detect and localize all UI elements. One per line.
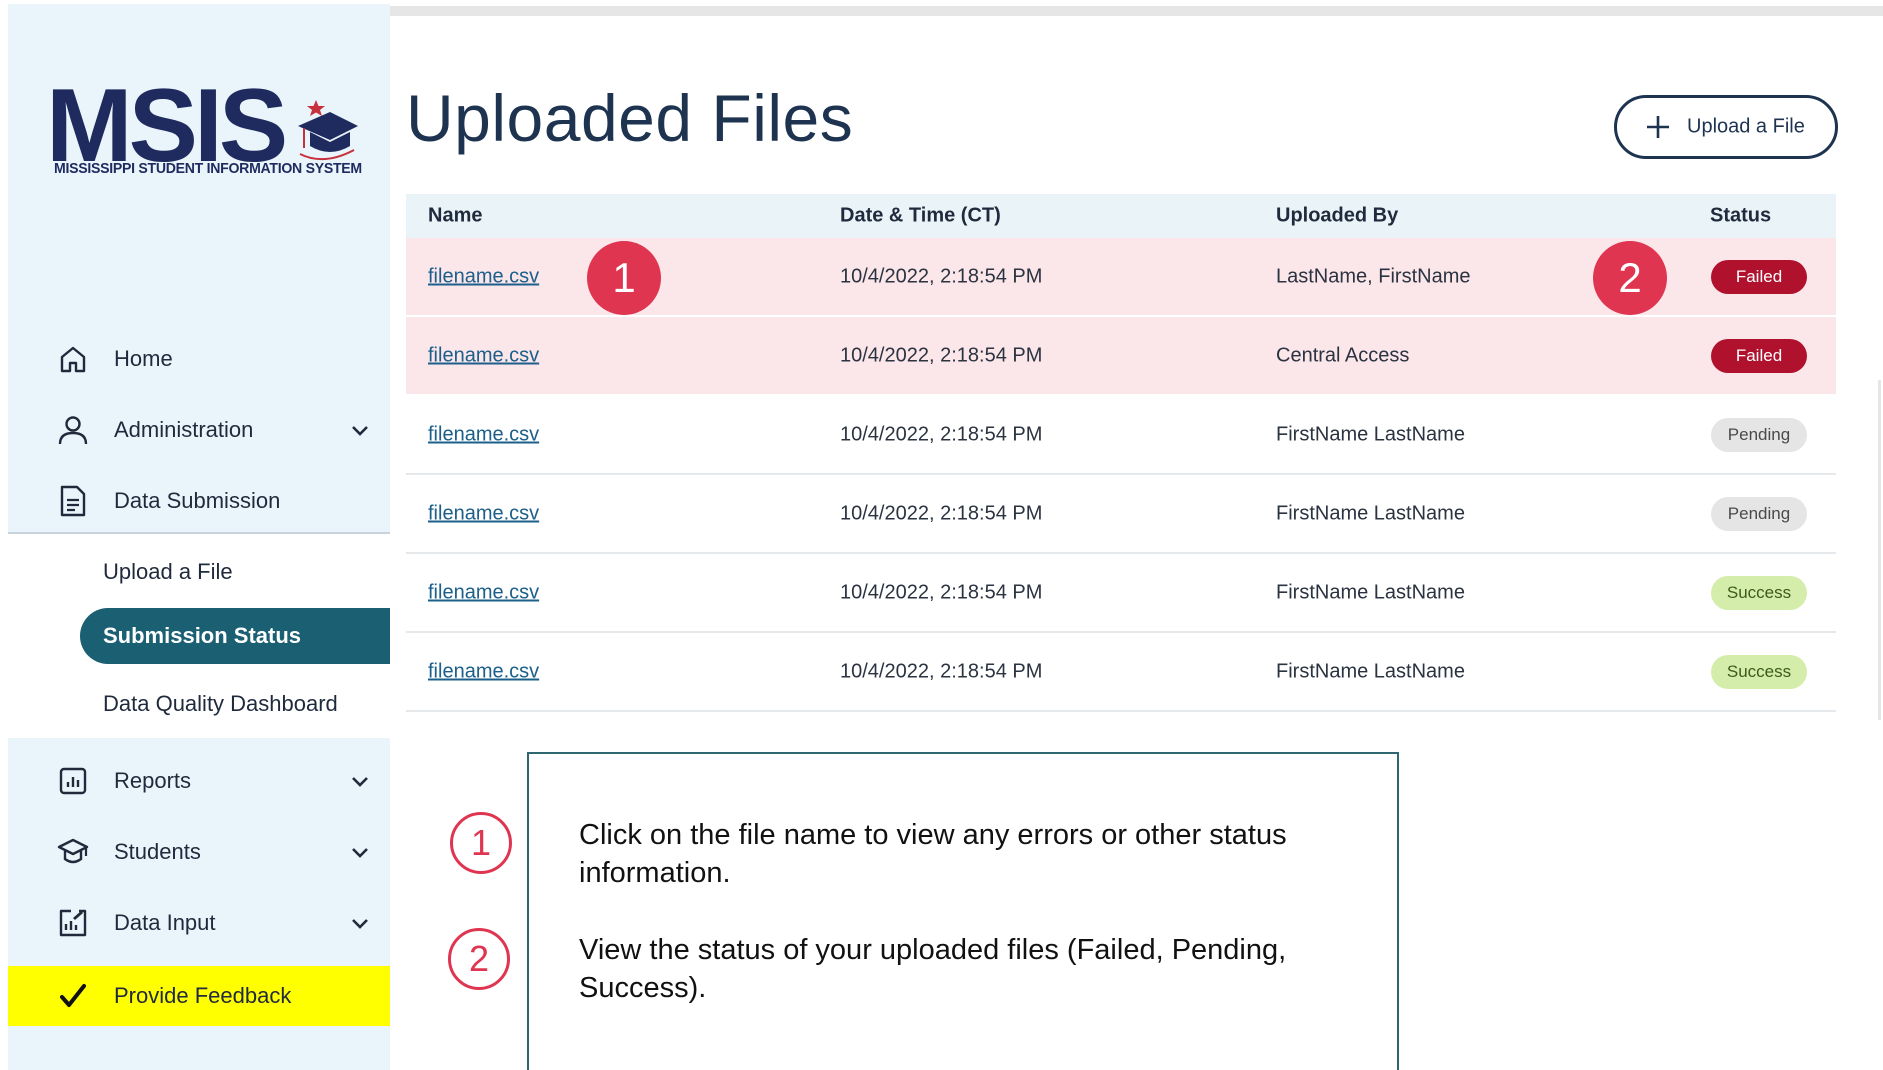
- submenu-item-upload-a-file[interactable]: Upload a File: [103, 559, 233, 585]
- sidebar-item-label: Home: [114, 346, 173, 371]
- sidebar-item-label: Administration: [114, 417, 254, 442]
- instructions-callout: Click on the file name to view any error…: [527, 752, 1399, 1070]
- annotation-marker-2: 2: [1593, 241, 1667, 315]
- file-name-link[interactable]: filename.csv: [428, 502, 539, 525]
- upload-datetime: 10/4/2022, 2:18:54 PM: [840, 423, 1043, 445]
- sidebar-item-administration[interactable]: Administration: [8, 398, 390, 462]
- upload-datetime: 10/4/2022, 2:18:54 PM: [840, 502, 1043, 524]
- upload-datetime: 10/4/2022, 2:18:54 PM: [840, 344, 1043, 366]
- status-badge: Success: [1711, 654, 1807, 689]
- sidebar-item-label: Students: [114, 839, 201, 864]
- callout-number-1: 1: [450, 812, 512, 874]
- column-header-uploaded-by[interactable]: Uploaded By: [1276, 205, 1398, 228]
- table-header: Name Date & Time (CT) Uploaded By Status: [406, 194, 1836, 238]
- upload-datetime: 10/4/2022, 2:18:54 PM: [840, 265, 1043, 287]
- data-input-icon: [56, 906, 90, 940]
- annotation-marker-1: 1: [587, 241, 661, 315]
- document-icon: [56, 484, 90, 518]
- sidebar-item-label: Reports: [114, 768, 192, 793]
- msis-logo[interactable]: MSIS MISSISSIPPI STUDENT INFORMATION SYS…: [46, 74, 366, 188]
- callout-number-2: 2: [448, 928, 510, 990]
- callout-text-2: View the status of your uploaded files (…: [579, 934, 1287, 1004]
- file-name-link[interactable]: filename.csv: [428, 423, 539, 446]
- home-icon: [56, 342, 90, 376]
- upload-button-label: Upload a File: [1687, 115, 1805, 138]
- file-name-link[interactable]: filename.csv: [428, 265, 539, 288]
- submenu-item-data-quality-dashboard[interactable]: Data Quality Dashboard: [103, 691, 338, 717]
- status-badge: Failed: [1711, 338, 1807, 373]
- uploaded-by: FirstName LastName: [1276, 660, 1465, 682]
- sidebar-item-reports[interactable]: Reports: [8, 749, 390, 813]
- table-row[interactable]: filename.csv 10/4/2022, 2:18:54 PM Centr…: [406, 317, 1836, 396]
- column-header-datetime[interactable]: Date & Time (CT): [840, 205, 1001, 228]
- file-name-link[interactable]: filename.csv: [428, 660, 539, 683]
- uploaded-by: FirstName LastName: [1276, 581, 1465, 603]
- submenu-item-label: Submission Status: [103, 623, 302, 648]
- chevron-down-icon[interactable]: [348, 769, 372, 793]
- upload-datetime: 10/4/2022, 2:18:54 PM: [840, 581, 1043, 603]
- column-header-status[interactable]: Status: [1710, 205, 1771, 228]
- graduation-cap-logo-icon: [298, 100, 358, 161]
- uploaded-by: FirstName LastName: [1276, 502, 1465, 524]
- chevron-down-icon[interactable]: [348, 911, 372, 935]
- file-name-link[interactable]: filename.csv: [428, 344, 539, 367]
- user-icon: [56, 413, 90, 447]
- provide-feedback-button[interactable]: Provide Feedback: [8, 966, 390, 1026]
- chevron-down-icon[interactable]: [348, 418, 372, 442]
- uploaded-by: LastName, FirstName: [1276, 265, 1471, 287]
- sidebar-item-data-submission[interactable]: Data Submission: [8, 469, 390, 533]
- sidebar-item-home[interactable]: Home: [8, 327, 390, 391]
- status-badge: Pending: [1711, 417, 1807, 452]
- sidebar-item-label: Data Submission: [114, 488, 281, 513]
- column-header-name[interactable]: Name: [428, 205, 482, 228]
- callout-text-1: Click on the file name to view any error…: [579, 819, 1287, 889]
- table-row[interactable]: filename.csv 10/4/2022, 2:18:54 PM First…: [406, 554, 1836, 633]
- sidebar-item-students[interactable]: Students: [8, 820, 390, 884]
- upload-file-button[interactable]: Upload a File: [1614, 95, 1838, 159]
- submenu-item-submission-status[interactable]: Submission Status: [80, 608, 390, 664]
- table-row[interactable]: filename.csv 10/4/2022, 2:18:54 PM First…: [406, 633, 1836, 712]
- uploaded-by: Central Access: [1276, 344, 1410, 366]
- checkmark-icon: [56, 979, 90, 1013]
- graduation-cap-icon: [56, 835, 90, 869]
- file-name-link[interactable]: filename.csv: [428, 581, 539, 604]
- scroll-edge: [1878, 380, 1881, 720]
- chevron-down-icon[interactable]: [348, 840, 372, 864]
- status-badge: Pending: [1711, 496, 1807, 531]
- top-border: [390, 6, 1883, 16]
- table-row[interactable]: filename.csv 10/4/2022, 2:18:54 PM First…: [406, 396, 1836, 475]
- status-badge: Failed: [1711, 259, 1807, 294]
- plus-icon: [1647, 116, 1669, 138]
- sidebar-item-data-input[interactable]: Data Input: [8, 891, 390, 955]
- logo-subtitle: MISSISSIPPI STUDENT INFORMATION SYSTEM: [54, 160, 362, 177]
- status-badge: Success: [1711, 575, 1807, 610]
- bar-chart-icon: [56, 764, 90, 798]
- uploaded-by: FirstName LastName: [1276, 423, 1465, 445]
- sidebar-item-label: Data Input: [114, 910, 216, 935]
- upload-datetime: 10/4/2022, 2:18:54 PM: [840, 660, 1043, 682]
- page-title: Uploaded Files: [406, 81, 854, 155]
- feedback-label: Provide Feedback: [114, 983, 292, 1008]
- table-row[interactable]: filename.csv 10/4/2022, 2:18:54 PM First…: [406, 475, 1836, 554]
